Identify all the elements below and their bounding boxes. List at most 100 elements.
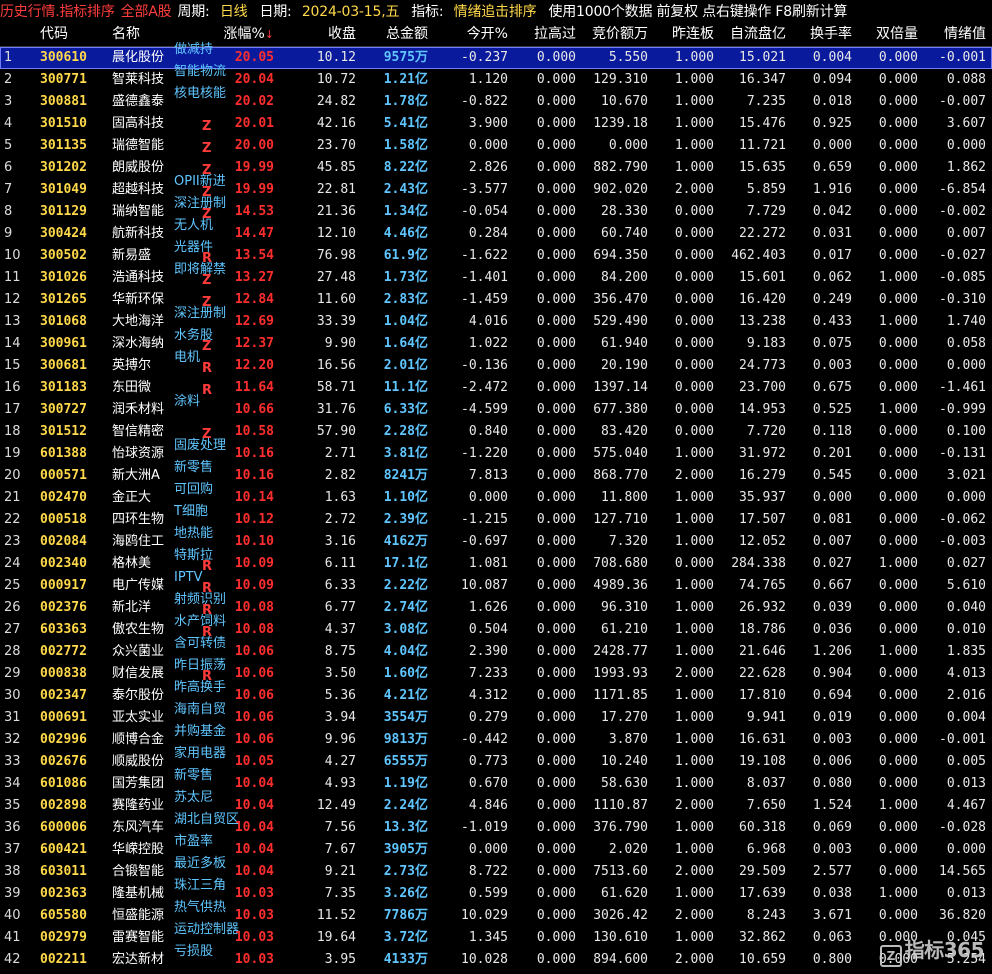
total-amount: 1.64亿 [383, 336, 428, 351]
pull-high: 0.000 [536, 402, 576, 417]
stock-code: 000838 [40, 666, 87, 681]
date-value[interactable]: 2024-03-15,五 [302, 4, 400, 20]
table-row[interactable]: 13 301068 大地海洋 深注册制 12.69 33.39 1.04亿 4.016 0.00… [0, 307, 992, 333]
table-row[interactable]: 35 002898 赛隆药业 苏太尼 10.04 12.49 2.24亿 4.846 0.000… [0, 791, 992, 817]
double-volume: 0.000 [878, 116, 918, 131]
prev-limit-boards: 0.000 [674, 248, 714, 263]
float-cap: 15.635 [739, 160, 786, 175]
emotion-value: 4.467 [946, 798, 986, 813]
table-row[interactable]: 31 000691 亚太实业 海南自贸 10.06 3.94 3554万 0.279 0.000… [0, 703, 992, 729]
row-index: 18 [4, 424, 21, 439]
table-row[interactable]: 25 000917 电广传媒 IPTV R 10.09 6.33 2.22亿 10.087 0.0… [0, 571, 992, 597]
ranking-table[interactable]: 代码 名称 涨幅%↓ 收盘 总金额 今开% 拉高过 竞价额万 昨连板 自流盘亿 … [0, 22, 992, 971]
emotion-value: 0.058 [946, 336, 986, 351]
col-header-close[interactable]: 收盘 [290, 22, 356, 46]
col-header-board[interactable]: 昨连板 [654, 22, 714, 46]
table-row[interactable]: 34 601086 国芳集团 新零售 10.04 4.93 1.19亿 0.670 0.000 5… [0, 769, 992, 795]
float-cap: 8.037 [746, 776, 786, 791]
col-header-turnover[interactable]: 换手率 [792, 22, 852, 46]
table-row[interactable]: 41 002979 雷赛智能 运动控制器 10.03 19.64 3.72亿 1.345 0.0… [0, 923, 992, 949]
table-row[interactable]: 39 002363 隆基机械 珠江三角 10.03 7.35 3.26亿 0.599 0.000… [0, 879, 992, 905]
col-header-float[interactable]: 自流盘亿 [720, 22, 786, 46]
table-row[interactable]: 11 301026 浩通科技 即将解禁 Z 13.27 27.48 1.73亿 -1.401 0.… [0, 263, 992, 289]
table-row[interactable]: 6 301202 朗威股份 Z 19.99 45.85 8.22亿 2.826 0.000 882… [0, 157, 992, 179]
col-header-pull[interactable]: 拉高过 [514, 22, 576, 46]
col-header-double[interactable]: 双倍量 [858, 22, 918, 46]
auction-amount: 3.870 [608, 732, 648, 747]
pull-high: 0.000 [536, 776, 576, 791]
auction-amount: 84.200 [601, 270, 648, 285]
table-row[interactable]: 10 300502 新易盛 光器件 R 13.54 76.98 61.9亿 -1.622 0.00… [0, 241, 992, 267]
period-value[interactable]: 日线 [220, 4, 248, 20]
table-row[interactable]: 2 300771 智莱科技 智能物流 20.04 10.72 1.21亿 1.120 0.000… [0, 65, 992, 91]
watermark: Z 指标365 [879, 934, 985, 967]
row-index: 24 [4, 556, 21, 571]
total-amount: 7786万 [383, 908, 428, 923]
float-cap: 12.052 [739, 534, 786, 549]
table-row[interactable]: 36 600006 东风汽车 湖北自贸区 10.04 7.56 13.3亿 -1.019 0.0… [0, 813, 992, 839]
col-header-emotion[interactable]: 情绪值 [924, 22, 986, 46]
table-row[interactable]: 27 603363 傲农生物 水产饲料 R 10.08 4.37 3.08亿 0.504 0.00… [0, 615, 992, 641]
table-row[interactable]: 14 300961 深水海纳 水务股 Z 12.37 9.90 1.64亿 1.022 0.000… [0, 329, 992, 355]
auction-amount: 130.610 [593, 930, 648, 945]
col-header-open[interactable]: 今开% [434, 22, 508, 46]
emotion-value: 0.027 [946, 556, 986, 571]
table-row[interactable]: 23 002084 海鸥住工 地热能 10.10 3.16 4162万 -0.697 0.000… [0, 527, 992, 553]
emotion-value: 1.740 [946, 314, 986, 329]
col-header-bid[interactable]: 竞价额万 [582, 22, 648, 46]
table-row[interactable]: 3 300881 盛德鑫泰 核电核能 20.02 24.82 1.78亿 -0.822 0.00… [0, 87, 992, 113]
open-pct: -1.019 [461, 820, 508, 835]
turnover-rate: 0.675 [812, 380, 852, 395]
table-row[interactable]: 38 603011 合锻智能 最近多板 10.04 9.21 2.73亿 8.722 0.000… [0, 857, 992, 883]
table-row[interactable]: 8 301129 瑞纳智能 深注册制 Z 14.53 21.36 1.34亿 -0.054 0.0… [0, 197, 992, 223]
pull-high: 0.000 [536, 820, 576, 835]
table-row[interactable]: 30 002347 泰尔股份 昨高换手 10.06 5.36 4.21亿 4.312 0.000… [0, 681, 992, 707]
total-amount: 1.04亿 [383, 314, 428, 329]
stock-code: 603363 [40, 622, 87, 637]
table-row[interactable]: 22 000518 四环生物 T细胞 10.12 2.72 2.39亿 -1.215 0.000… [0, 505, 992, 531]
page-title: 历史行情.指标排序 [0, 4, 115, 20]
table-row[interactable]: 32 002996 顺博合金 并购基金 10.06 9.96 9813万 -0.442 0.00… [0, 725, 992, 751]
table-row[interactable]: 21 002470 金正大 可回购 10.14 1.63 1.10亿 0.000 0.000 11… [0, 483, 992, 509]
table-row[interactable]: 18 301512 智信精密 Z 10.58 57.90 2.28亿 0.840 0.000 83… [0, 421, 992, 443]
emotion-value: 0.000 [946, 138, 986, 153]
table-row[interactable]: 1 300610 晨化股份 做减持 20.05 10.12 9575万 -0.237 0.000… [0, 43, 992, 69]
prev-limit-boards: 2.000 [674, 864, 714, 879]
float-cap: 16.631 [739, 732, 786, 747]
table-row[interactable]: 28 002772 众兴菌业 含可转债 10.06 8.75 4.04亿 2.390 0.000… [0, 637, 992, 663]
table-row[interactable]: 17 300727 润禾材料 涂料 10.66 31.76 6.33亿 -4.599 0.000… [0, 395, 992, 421]
turnover-rate: 0.000 [812, 490, 852, 505]
row-index: 22 [4, 512, 21, 527]
table-row[interactable]: 33 002676 顺威股份 家用电器 10.05 4.27 6555万 0.773 0.000… [0, 747, 992, 773]
prev-limit-boards: 1.000 [674, 138, 714, 153]
col-header-code[interactable]: 代码 [40, 22, 104, 46]
float-cap: 60.318 [739, 820, 786, 835]
table-row[interactable]: 26 002376 新北洋 射频识别 R 10.08 6.77 2.74亿 1.626 0.000… [0, 593, 992, 619]
table-row[interactable]: 20 000571 新大洲A 新零售 10.16 2.82 8241万 7.813 0.000 8… [0, 461, 992, 487]
table-row[interactable]: 16 301183 东田微 R 11.64 58.71 11.1亿 -2.472 0.000 13… [0, 377, 992, 399]
col-header-amount[interactable]: 总金额 [362, 22, 428, 46]
auction-amount: 17.270 [601, 710, 648, 725]
table-row[interactable]: 7 301049 超越科技 OPII新进 Z 19.99 22.81 2.43亿 -3.577 0… [0, 175, 992, 201]
close-price: 12.10 [316, 226, 356, 241]
emotion-value: 0.000 [946, 842, 986, 857]
table-row[interactable]: 37 600421 华嵘控股 市盈率 10.04 7.67 3905万 0.000 0.000 2… [0, 835, 992, 861]
table-row[interactable]: 12 301265 华新环保 Z 12.84 11.60 2.83亿 -1.459 0.000 3… [0, 289, 992, 311]
close-price: 4.27 [324, 754, 356, 769]
table-row[interactable]: 15 300681 英搏尔 电机 R 12.20 16.56 2.01亿 -0.136 0.000… [0, 351, 992, 377]
scope-selector[interactable]: 全部A股 [121, 1, 172, 21]
table-row[interactable]: 5 301135 瑞德智能 Z 20.00 23.70 1.58亿 0.000 0.000 0.0… [0, 135, 992, 157]
table-row[interactable]: 29 000838 财信发展 昨日振荡 R 10.06 3.50 1.60亿 7.233 0.00… [0, 659, 992, 685]
table-row[interactable]: 40 605580 恒盛能源 热气供热 10.03 11.52 7786万 10.029 0.0… [0, 901, 992, 927]
table-row[interactable]: 4 301510 固高科技 Z 20.01 42.16 5.41亿 3.900 0.000 123… [0, 113, 992, 135]
row-index: 27 [4, 622, 21, 637]
table-row[interactable]: 9 300424 航新科技 无人机 14.47 12.10 4.46亿 0.284 0.000 6… [0, 219, 992, 245]
table-row[interactable]: 19 601388 怡球资源 固废处理 10.16 2.71 3.81亿 -1.220 0.00… [0, 439, 992, 465]
indicator-value[interactable]: 情绪追击排序 [454, 4, 537, 20]
col-header-pct[interactable]: 涨幅%↓ [212, 22, 274, 46]
table-row[interactable]: 42 002211 宏达新材 亏损股 10.03 3.95 4133万 10.028 0.000… [0, 945, 992, 971]
total-amount: 1.34亿 [383, 204, 428, 219]
float-cap: 17.810 [739, 688, 786, 703]
table-row[interactable]: 24 002340 格林美 特斯拉 R 10.09 6.11 17.1亿 1.081 0.000 7… [0, 549, 992, 575]
turnover-rate: 0.080 [812, 776, 852, 791]
